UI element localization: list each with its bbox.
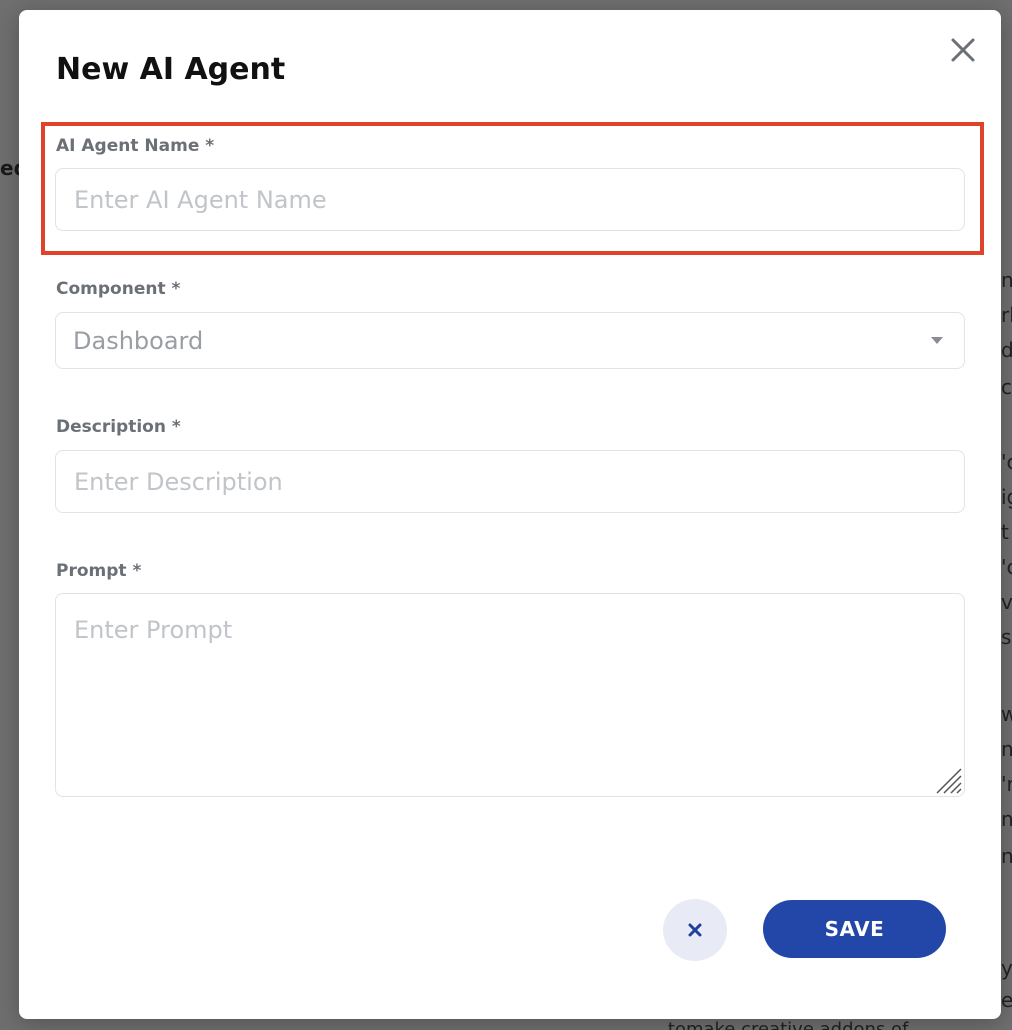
background-text-fragment: n [1001,737,1012,761]
close-icon [951,38,975,62]
background-text-fragment: w [1001,702,1012,726]
background-text-fragment: n [1001,268,1012,292]
description-input[interactable] [55,450,965,513]
component-select[interactable]: Dashboard [55,312,965,369]
save-button[interactable]: SAVE [763,900,946,958]
description-label: Description * [56,417,181,437]
background-text-fragment: ... tomake creative addons of ... [645,1019,932,1030]
prompt-label: Prompt * [56,561,142,581]
prompt-textarea[interactable] [55,593,965,797]
background-text-fragment: rk [1001,303,1012,327]
background-text-fragment: er [1001,988,1012,1012]
background-text-fragment: ig [1001,485,1012,509]
modal-title: New AI Agent [56,52,286,87]
background-text-fragment: n [1001,807,1012,831]
cancel-button[interactable] [663,899,727,961]
x-icon [688,923,702,937]
background-text-fragment: t [1001,520,1009,544]
resize-handle-icon[interactable] [935,767,963,795]
component-selected-value: Dashboard [73,326,204,355]
background-text-fragment: c [1001,375,1012,399]
background-text-fragment: 'r [1001,772,1012,796]
agent-name-input[interactable] [55,168,965,231]
caret-down-icon [931,337,943,344]
background-text-fragment: 'c [1001,450,1012,474]
background-text-fragment: v [1001,590,1012,614]
background-text-fragment: y [1001,956,1012,980]
background-text-fragment: n [1001,844,1012,868]
background-text-fragment: 'c [1001,555,1012,579]
background-text-fragment: s [1001,625,1012,649]
component-label: Component * [56,279,181,299]
agent-name-label: AI Agent Name * [56,136,215,156]
close-button[interactable] [945,32,981,68]
background-text-fragment: d [1001,338,1012,362]
new-ai-agent-modal: New AI Agent AI Agent Name * Component *… [19,10,1001,1019]
